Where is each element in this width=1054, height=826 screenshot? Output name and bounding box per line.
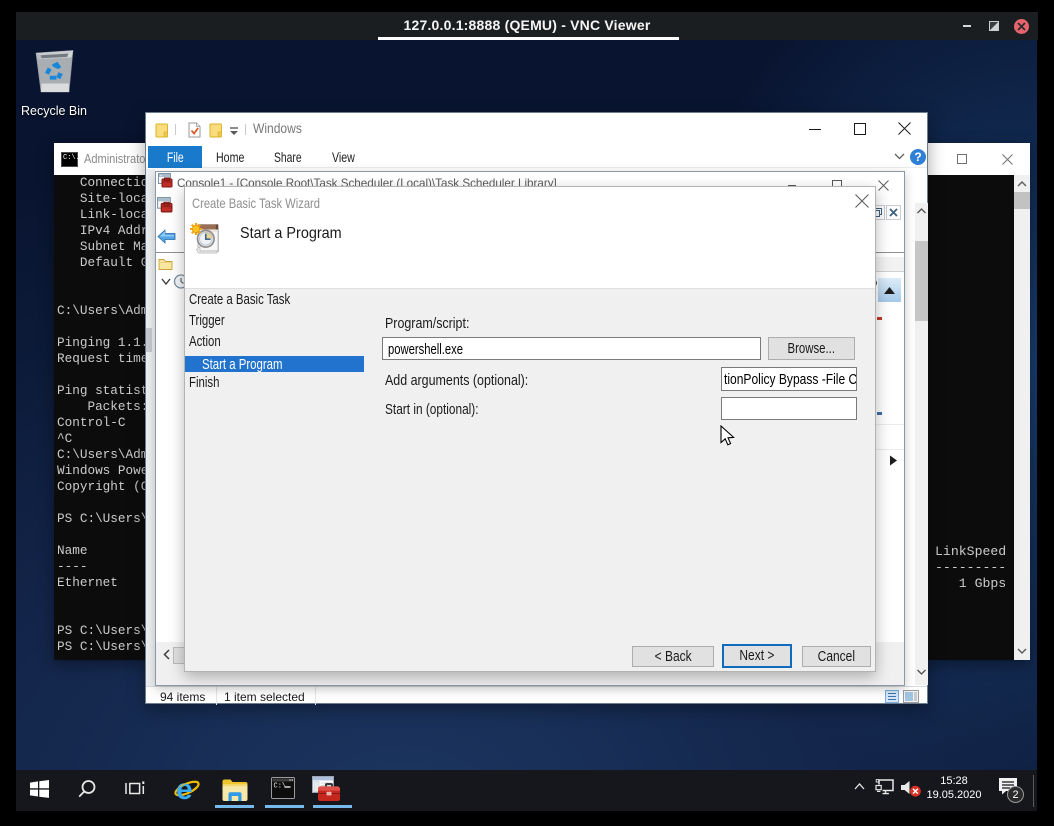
- svg-text:C:\: C:\: [274, 783, 287, 791]
- svg-text:e: e: [176, 774, 193, 802]
